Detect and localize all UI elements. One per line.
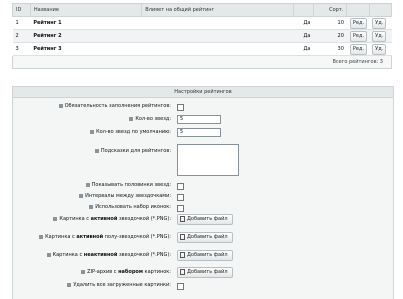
row-influence: Да bbox=[293, 16, 314, 30]
help-icon[interactable] bbox=[89, 204, 94, 209]
table-row: 3 Рейтинг 3 Да 30 Ред. Уд. bbox=[12, 42, 392, 56]
help-icon[interactable] bbox=[46, 252, 51, 257]
ratings-table: ID Название Влияет на общий рейтинг Сорт… bbox=[12, 3, 393, 56]
row-id: 1 bbox=[12, 16, 31, 30]
hints-textarea[interactable] bbox=[177, 144, 239, 176]
row-id: 2 bbox=[12, 29, 31, 43]
half-stars-checkbox[interactable] bbox=[177, 183, 184, 190]
help-icon[interactable] bbox=[94, 148, 99, 153]
ratings-table-panel: ID Название Влияет на общий рейтинг Сорт… bbox=[12, 3, 393, 69]
edit-button[interactable]: Ред. bbox=[349, 43, 368, 55]
file-icon bbox=[180, 215, 185, 222]
rating-settings-panel: Настройки рейтингов Обязательность запол… bbox=[12, 86, 394, 299]
required-checkbox[interactable] bbox=[177, 104, 184, 111]
delete-button[interactable]: Уд. bbox=[372, 17, 387, 29]
default-stars-input[interactable]: 5 bbox=[177, 128, 221, 137]
table-header-row: ID Название Влияет на общий рейтинг Сорт… bbox=[12, 3, 393, 17]
column-header-influence[interactable]: Влияет на общий рейтинг bbox=[141, 3, 294, 17]
help-icon[interactable] bbox=[90, 129, 95, 134]
table-row: 1 Рейтинг 1 Да 10 Ред. Уд. bbox=[12, 16, 392, 30]
add-file-button[interactable]: Добавить файл bbox=[177, 250, 233, 261]
column-header-sort[interactable]: Сорт. bbox=[312, 3, 348, 17]
help-icon[interactable] bbox=[85, 182, 90, 187]
row-name: Рейтинг 3 bbox=[30, 42, 142, 56]
file-icon bbox=[180, 233, 185, 240]
row-sort: 20 bbox=[313, 29, 347, 43]
row-sort: 10 bbox=[313, 16, 347, 30]
help-icon[interactable] bbox=[67, 282, 72, 287]
delete-button[interactable]: Уд. bbox=[372, 43, 387, 55]
column-header-id[interactable]: ID bbox=[12, 3, 31, 17]
help-icon[interactable] bbox=[129, 116, 134, 121]
icon-set-checkbox[interactable] bbox=[177, 205, 184, 212]
row-influence: Да bbox=[293, 42, 314, 56]
row-id: 3 bbox=[12, 42, 31, 56]
delete-images-checkbox[interactable] bbox=[177, 283, 184, 290]
column-header-name[interactable]: Название bbox=[29, 3, 143, 17]
delete-button[interactable]: Уд. bbox=[372, 30, 387, 42]
row-name: Рейтинг 2 bbox=[30, 29, 142, 43]
add-file-button[interactable]: Добавить файл bbox=[177, 214, 233, 225]
stars-count-input[interactable]: 5 bbox=[177, 115, 221, 124]
help-icon[interactable] bbox=[58, 103, 63, 108]
add-file-button[interactable]: Добавить файл bbox=[177, 267, 233, 278]
row-influence: Да bbox=[293, 29, 314, 43]
help-icon[interactable] bbox=[39, 234, 44, 239]
help-icon[interactable] bbox=[79, 193, 84, 198]
edit-button[interactable]: Ред. bbox=[349, 30, 368, 42]
row-name: Рейтинг 1 bbox=[30, 16, 142, 30]
help-icon[interactable] bbox=[53, 216, 58, 221]
file-icon bbox=[180, 251, 185, 258]
table-row: 2 Рейтинг 2 Да 20 Ред. Уд. bbox=[12, 29, 392, 43]
interval-checkbox[interactable] bbox=[177, 194, 184, 201]
settings-title: Настройки рейтингов bbox=[13, 87, 393, 98]
file-icon bbox=[180, 268, 185, 275]
add-file-button[interactable]: Добавить файл bbox=[177, 232, 233, 243]
row-sort: 30 bbox=[313, 42, 347, 56]
help-icon[interactable] bbox=[81, 269, 86, 274]
edit-button[interactable]: Ред. bbox=[349, 17, 368, 29]
table-footer-total: Всего рейтингов: 3 bbox=[12, 56, 392, 69]
